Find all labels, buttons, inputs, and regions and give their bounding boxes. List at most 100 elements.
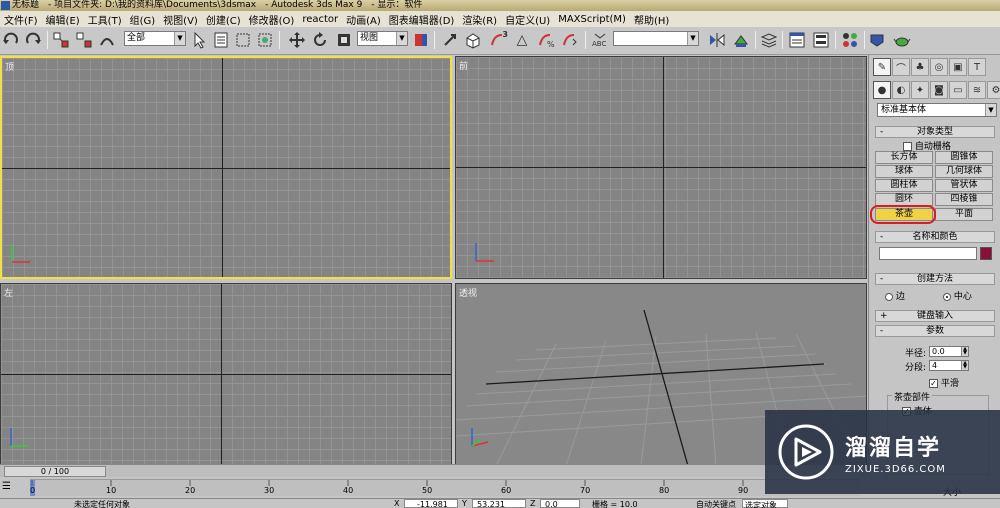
menu-customize[interactable]: 自定义(U) — [501, 12, 554, 27]
manipulate-icon[interactable] — [440, 30, 460, 50]
snap-3d-icon[interactable]: 3 — [488, 30, 508, 50]
bind-spacewarp-icon[interactable] — [97, 30, 117, 50]
menu-animation[interactable]: 动画(A) — [342, 12, 385, 27]
creation-center-option[interactable]: 中心 — [943, 289, 972, 302]
menu-graph-editors[interactable]: 图表编辑器(D) — [385, 12, 459, 27]
segments-spinner[interactable]: 4 ▲ ▼ — [929, 360, 969, 371]
menu-help[interactable]: 帮助(H) — [630, 12, 673, 27]
create-tab-icon[interactable]: ✎ — [873, 58, 891, 76]
object-name-input[interactable] — [879, 247, 977, 260]
tube-button[interactable]: 管状体 — [935, 179, 993, 192]
spinner-arrows-icon[interactable]: ▲ ▼ — [961, 361, 968, 370]
edit-named-selection-icon[interactable]: ABC — [590, 30, 610, 50]
menu-views[interactable]: 视图(V) — [159, 12, 202, 27]
viewport-label[interactable]: 前 — [459, 59, 468, 72]
rollout-object-type[interactable]: - 对象类型 — [875, 126, 995, 138]
material-editor-icon[interactable] — [840, 30, 860, 50]
redo-icon[interactable] — [23, 30, 43, 50]
motion-tab-icon[interactable]: ◎ — [930, 58, 948, 76]
rotate-icon[interactable] — [310, 30, 330, 50]
y-coordinate-field[interactable]: 53.231 — [472, 499, 526, 508]
x-coordinate-field[interactable]: -11.981 — [404, 499, 458, 508]
geometry-icon[interactable]: ● — [873, 81, 891, 99]
pyramid-button[interactable]: 四棱锥 — [935, 193, 993, 206]
select-by-name-icon[interactable] — [211, 30, 231, 50]
auto-key-button[interactable]: 自动关键点 — [696, 499, 736, 508]
named-selection-dropdown[interactable]: ▼ — [613, 31, 699, 46]
display-tab-icon[interactable]: ▣ — [949, 58, 967, 76]
angle-snap-icon[interactable]: △ — [512, 30, 532, 50]
menu-rendering[interactable]: 渲染(R) — [458, 12, 501, 27]
spacewarps-icon[interactable]: ≋ — [968, 81, 986, 99]
primitive-type-dropdown[interactable]: 标准基本体 ▼ — [877, 103, 997, 117]
z-coordinate-field[interactable]: 0.0 — [540, 499, 580, 508]
systems-icon[interactable]: ⚙ — [987, 81, 1000, 99]
time-slider-thumb[interactable]: 0 / 100 — [4, 466, 106, 477]
quick-render-icon[interactable] — [892, 30, 912, 50]
viewport-label[interactable]: 左 — [4, 286, 13, 299]
spinner-snap-icon[interactable] — [560, 30, 580, 50]
menu-maxscript[interactable]: MAXScript(M) — [554, 14, 630, 25]
cameras-icon[interactable]: ◙ — [930, 81, 948, 99]
autogrid-checkbox[interactable] — [903, 142, 912, 151]
hierarchy-tab-icon[interactable]: ♣ — [911, 58, 929, 76]
curve-editor-icon[interactable] — [787, 30, 807, 50]
rollout-name-color[interactable]: - 名称和颜色 — [875, 231, 995, 243]
undo-icon[interactable] — [1, 30, 21, 50]
schematic-view-icon[interactable] — [811, 30, 831, 50]
plane-button[interactable]: 平面 — [935, 208, 993, 221]
radius-spinner[interactable]: 0.0 ▲ ▼ — [929, 346, 969, 357]
viewport-front[interactable]: 前 — [455, 56, 867, 279]
rollout-creation-method[interactable]: - 创建方法 — [875, 273, 995, 285]
mirror-icon[interactable] — [707, 30, 727, 50]
menu-tools[interactable]: 工具(T) — [84, 12, 126, 27]
menu-reactor[interactable]: reactor — [298, 14, 342, 25]
edge-radio[interactable] — [885, 292, 893, 301]
rollout-parameters[interactable]: - 参数 — [875, 325, 995, 337]
time-slider[interactable]: 0 / 100 — [0, 464, 866, 477]
viewport-left[interactable]: 左 — [0, 283, 452, 465]
menu-edit[interactable]: 编辑(E) — [42, 12, 84, 27]
utilities-tab-icon[interactable]: T — [968, 58, 986, 76]
select-link-icon[interactable] — [51, 30, 71, 50]
viewport-label[interactable]: 顶 — [5, 60, 14, 73]
selection-filter-dropdown[interactable]: 全部 ▼ — [124, 31, 186, 46]
selection-set-dropdown[interactable]: 选定对象 — [742, 499, 788, 508]
menu-create[interactable]: 创建(C) — [202, 12, 245, 27]
cylinder-button[interactable]: 圆柱体 — [875, 179, 933, 192]
menu-file[interactable]: 文件(F) — [0, 12, 42, 27]
reference-coordinate-dropdown[interactable]: 视图 ▼ — [357, 31, 408, 46]
mini-curve-editor-icon[interactable]: ☰ — [2, 481, 16, 493]
window-crossing-icon[interactable] — [255, 30, 275, 50]
spinner-arrows-icon[interactable]: ▲ ▼ — [961, 347, 968, 356]
smooth-checkbox[interactable]: ✓ — [929, 379, 938, 388]
cone-button[interactable]: 圆锥体 — [935, 151, 993, 164]
render-scene-icon[interactable] — [868, 30, 888, 50]
geosphere-button[interactable]: 几何球体 — [935, 165, 993, 178]
track-ruler[interactable]: 0 10 20 30 40 50 60 70 80 90 — [30, 479, 860, 496]
keyboard-shortcut-icon[interactable] — [463, 30, 483, 50]
unlink-icon[interactable] — [74, 30, 94, 50]
creation-edge-option[interactable]: 边 — [885, 289, 905, 302]
menu-group[interactable]: 组(G) — [126, 12, 160, 27]
percent-snap-icon[interactable]: % — [536, 30, 556, 50]
box-button[interactable]: 长方体 — [875, 151, 933, 164]
sphere-button[interactable]: 球体 — [875, 165, 933, 178]
lights-icon[interactable]: ✦ — [911, 81, 929, 99]
region-select-icon[interactable] — [233, 30, 253, 50]
pivot-center-icon[interactable] — [411, 30, 431, 50]
rollout-keyboard-entry[interactable]: + 键盘输入 — [875, 310, 995, 322]
object-color-swatch[interactable] — [980, 247, 992, 260]
smooth-option[interactable]: ✓ 平滑 — [929, 376, 959, 389]
center-radio[interactable] — [943, 292, 951, 301]
menu-modifiers[interactable]: 修改器(O) — [245, 12, 299, 27]
layer-manager-icon[interactable] — [759, 30, 779, 50]
move-icon[interactable] — [287, 30, 307, 50]
shapes-icon[interactable]: ◐ — [892, 81, 910, 99]
track-bar[interactable]: ☰ 0 10 20 30 40 50 60 70 80 90 — [0, 477, 866, 498]
scale-icon[interactable] — [334, 30, 354, 50]
viewport-top[interactable]: 顶 — [0, 56, 452, 279]
helpers-icon[interactable]: ▭ — [949, 81, 967, 99]
modify-tab-icon[interactable]: ⌒ — [892, 58, 910, 76]
select-object-icon[interactable] — [189, 30, 209, 50]
